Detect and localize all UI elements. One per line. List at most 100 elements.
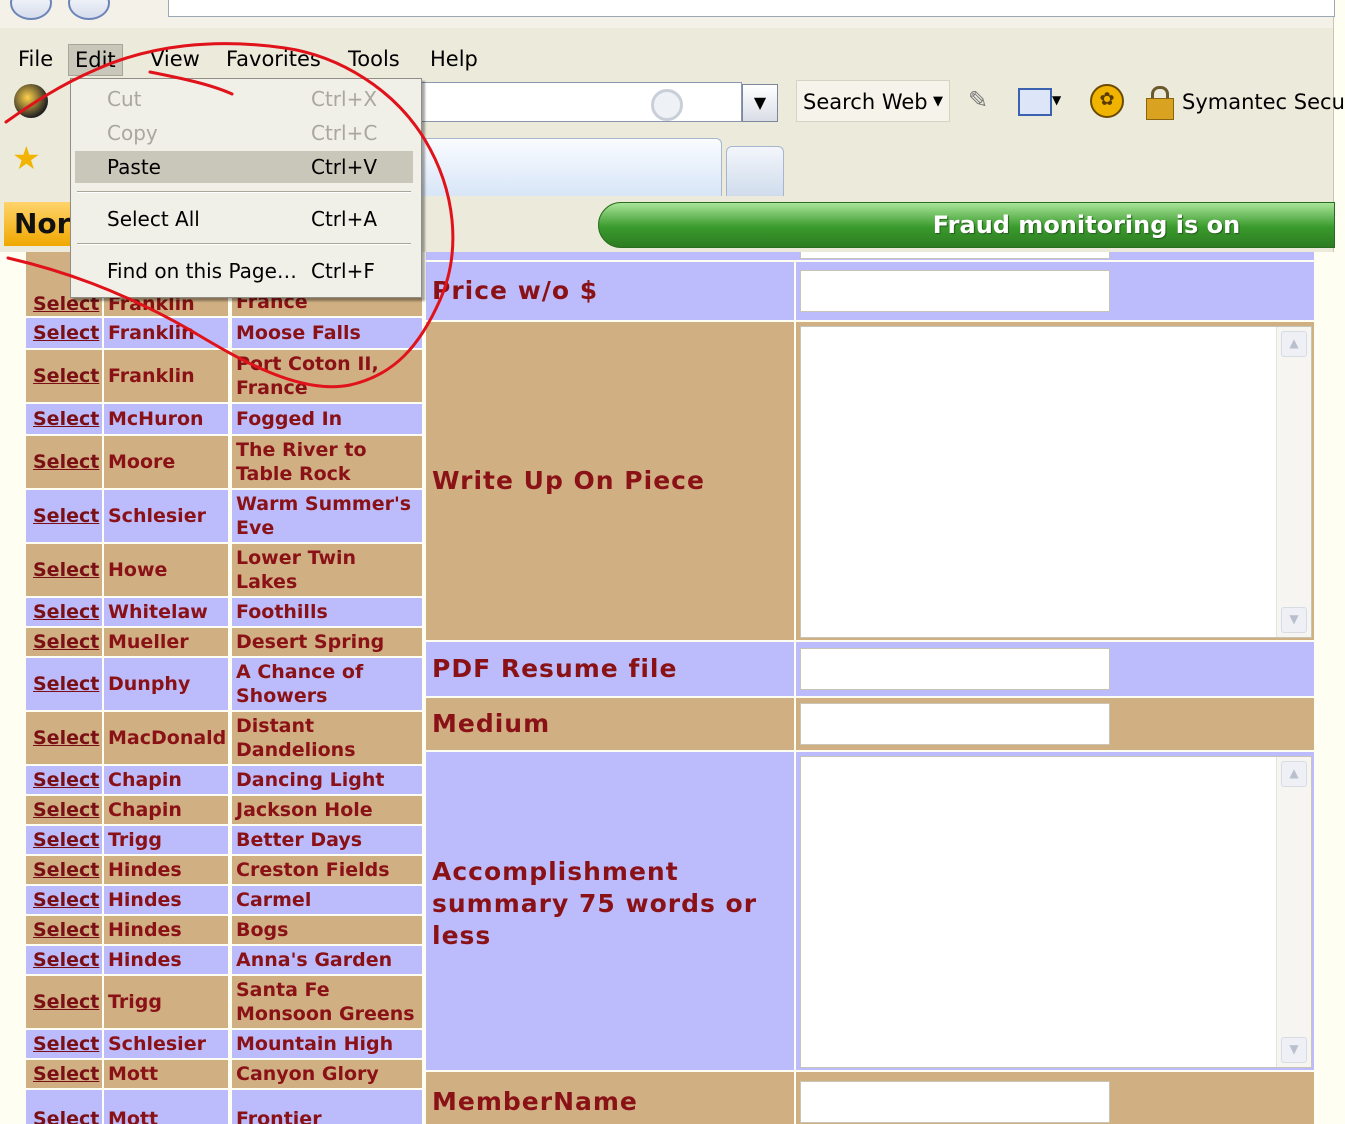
scroll-down-arrow-icon[interactable]: ▼ (1281, 607, 1307, 633)
page-content: SelectFranklinPort Coton II, FranceSelec… (0, 252, 1333, 1124)
select-link[interactable]: Select (30, 828, 99, 852)
select-link[interactable]: Select (30, 450, 99, 474)
table-row: Select Mott Canyon Glory (0, 1060, 424, 1090)
select-link[interactable]: Select (30, 1062, 99, 1086)
price-w-o-input[interactable] (800, 270, 1110, 312)
forward-button[interactable] (68, 0, 110, 20)
artist-name: Hindes (108, 859, 182, 881)
scroll-up-arrow-icon[interactable]: ▲ (1281, 331, 1307, 357)
settings-badge-icon[interactable]: ✿ (1090, 84, 1124, 118)
search-input[interactable] (420, 82, 742, 122)
artwork-title-cell: Port Coton II, France (232, 350, 422, 402)
select-link-cell: Select (26, 1030, 102, 1058)
select-link[interactable]: Select (30, 504, 99, 528)
membername-field-cell (796, 1072, 1314, 1124)
artwork-title: Better Days (236, 829, 363, 851)
select-link-cell: Select (26, 436, 102, 488)
artwork-title: Anna's Garden (236, 949, 393, 971)
select-link-cell: Select (26, 976, 102, 1028)
select-link[interactable]: Select (30, 364, 99, 388)
menu-edit[interactable]: Edit (68, 44, 123, 76)
scroll-up-arrow-icon[interactable]: ▲ (1281, 761, 1307, 787)
select-link[interactable]: Select (30, 798, 99, 822)
menu-item-select-all[interactable]: Select All Ctrl+A (75, 203, 413, 235)
menu-bar: File Edit View Favorites Tools Help (0, 38, 1333, 78)
select-link-cell: Select (26, 318, 102, 348)
menu-view[interactable]: View (144, 44, 206, 74)
select-link[interactable]: Select (30, 600, 99, 624)
artwork-title: Moose Falls (236, 322, 361, 344)
address-bar[interactable] (168, 0, 1335, 17)
membername-input[interactable] (800, 1081, 1110, 1123)
table-row: Select Moore The River to Table Rock (0, 436, 424, 490)
fraud-status-text: Fraud monitoring is on (932, 211, 1241, 239)
select-link[interactable]: Select (30, 888, 99, 912)
table-row: Select Hindes Creston Fields (0, 856, 424, 886)
accomplishment-summary-75-words-or-less-textarea[interactable]: ▲ ▼ (800, 756, 1312, 1068)
lock-icon[interactable] (1144, 86, 1174, 120)
artwork-title: Lower Twin Lakes (236, 547, 357, 593)
medium-input[interactable] (800, 703, 1110, 745)
select-link-cell: Select (26, 886, 102, 914)
menu-item-paste[interactable]: Paste Ctrl+V (75, 151, 413, 183)
favorites-star-icon[interactable]: ★ (12, 142, 41, 174)
select-link[interactable]: Select (30, 858, 99, 882)
cut-shortcut: Ctrl+X (311, 87, 378, 111)
artwork-title-cell: Carmel (232, 886, 422, 914)
artist-name-cell: Franklin (104, 318, 228, 348)
medium-field-cell (796, 698, 1314, 750)
scroll-down-arrow-icon[interactable]: ▼ (1281, 1037, 1307, 1063)
select-link[interactable]: Select (30, 672, 99, 696)
select-link-cell: Select (26, 856, 102, 884)
pdf-resume-file-input[interactable] (800, 648, 1110, 690)
select-link[interactable]: Select (30, 948, 99, 972)
artist-name-cell: Hindes (104, 916, 228, 944)
menu-tools[interactable]: Tools (342, 44, 406, 74)
select-link[interactable]: Select (30, 768, 99, 792)
fraud-monitoring-status[interactable]: Fraud monitoring is on (598, 202, 1335, 248)
select-all-shortcut: Ctrl+A (311, 207, 378, 231)
select-link[interactable]: Select (30, 990, 99, 1014)
table-row: Select Hindes Bogs (0, 916, 424, 946)
menu-separator (77, 243, 411, 245)
medium-label: Medium (426, 698, 794, 750)
select-link[interactable]: Select (30, 630, 99, 654)
artist-name-cell: MacDonald (104, 712, 228, 764)
select-link[interactable]: Select (30, 918, 99, 942)
new-tab-button[interactable] (726, 146, 784, 197)
select-link[interactable]: Select (30, 321, 99, 345)
textarea-scrollbar[interactable]: ▲ ▼ (1276, 327, 1311, 637)
select-link[interactable]: Select (30, 407, 99, 431)
artwork-title: Mountain High (236, 1033, 394, 1055)
select-link[interactable]: Select (30, 558, 99, 582)
paste-shortcut: Ctrl+V (311, 155, 378, 179)
menu-item-find[interactable]: Find on this Page… Ctrl+F (75, 255, 413, 287)
menu-help[interactable]: Help (424, 44, 484, 74)
search-dropdown-button[interactable]: ▼ (742, 84, 778, 122)
menu-item-copy: Copy Ctrl+C (75, 117, 413, 149)
artwork-title-cell: The River to Table Rock (232, 436, 422, 488)
membername-label: MemberName (426, 1072, 794, 1124)
accomplishment-summary-75-words-or-less-label: Accomplishment summary 75 words or less (426, 752, 794, 1070)
symantec-security-label[interactable]: Symantec Secur (1182, 78, 1345, 126)
form-fill-icon[interactable]: ▼ (1018, 84, 1061, 116)
artist-name: Trigg (108, 991, 162, 1013)
hidden-input[interactable] (800, 252, 1110, 259)
select-link[interactable]: Select (30, 726, 99, 750)
cut-label: Cut (107, 87, 142, 111)
select-link[interactable]: Select (30, 1107, 99, 1124)
browser-tab[interactable] (400, 138, 722, 197)
menu-favorites[interactable]: Favorites (220, 44, 327, 74)
select-link[interactable]: Select (30, 1032, 99, 1056)
search-web-button[interactable]: Search Web ▼ (796, 80, 950, 122)
artwork-title: Frontier (236, 1108, 322, 1124)
menu-file[interactable]: File (12, 44, 59, 74)
write-up-on-piece-textarea[interactable]: ▲ ▼ (800, 326, 1312, 638)
textarea-scrollbar[interactable]: ▲ ▼ (1276, 757, 1311, 1067)
toolbar-logo-icon[interactable] (14, 84, 48, 118)
table-row: Select Chapin Jackson Hole (0, 796, 424, 826)
highlighter-icon[interactable]: ✎ (968, 84, 988, 116)
back-button[interactable] (10, 0, 52, 20)
artwork-title-cell: Foothills (232, 598, 422, 626)
table-row: Select Mueller Desert Spring (0, 628, 424, 658)
